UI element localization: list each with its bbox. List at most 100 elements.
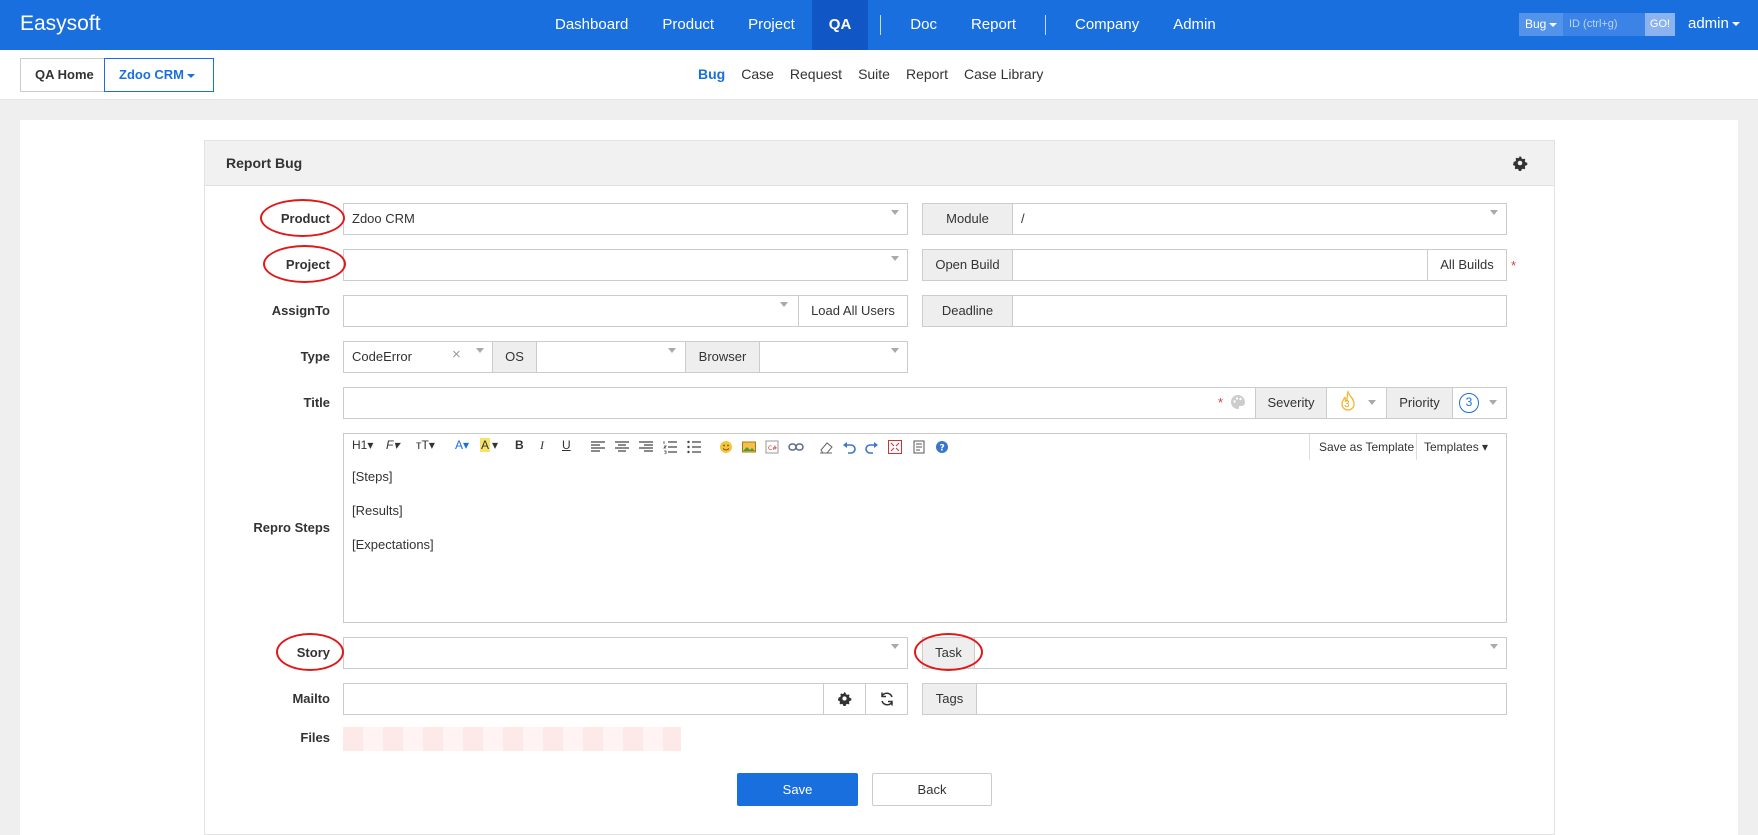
align-left-icon[interactable] xyxy=(591,441,605,453)
toolbar-divider xyxy=(1309,434,1310,460)
subnav-case[interactable]: Case xyxy=(741,66,774,82)
mailto-label: Mailto xyxy=(292,691,330,706)
nav-doc[interactable]: Doc xyxy=(893,0,954,50)
product-value: Zdoo CRM xyxy=(352,211,415,226)
bullet-list-icon[interactable] xyxy=(687,440,701,454)
required-mark: * xyxy=(1218,395,1224,410)
nav-divider xyxy=(880,15,882,35)
chevron-down-icon xyxy=(891,644,899,649)
back-button[interactable]: Back xyxy=(872,773,992,806)
undo-icon[interactable] xyxy=(842,440,856,454)
background-color-dropdown[interactable]: ▾ xyxy=(492,438,498,452)
load-all-users-button[interactable]: Load All Users xyxy=(798,295,908,327)
nav-qa[interactable]: QA xyxy=(811,0,869,50)
font-size-label: тT xyxy=(416,438,429,452)
gear-icon[interactable] xyxy=(1512,155,1528,171)
ordered-list-icon[interactable] xyxy=(663,440,677,454)
font-color-button[interactable]: A▾ xyxy=(455,438,469,452)
color-picker-icon[interactable] xyxy=(1229,393,1247,411)
nav-admin[interactable]: Admin xyxy=(1156,0,1233,50)
os-select[interactable] xyxy=(536,341,686,373)
save-button[interactable]: Save xyxy=(737,773,858,806)
template-icon[interactable] xyxy=(912,440,926,454)
align-center-icon[interactable] xyxy=(615,441,629,453)
fullscreen-icon[interactable] xyxy=(888,440,902,454)
nav-product[interactable]: Product xyxy=(645,0,731,50)
nav-project[interactable]: Project xyxy=(731,0,812,50)
assign-to-label: AssignTo xyxy=(271,303,330,318)
save-as-template-button[interactable]: Save as Template xyxy=(1319,440,1414,454)
required-mark: * xyxy=(1511,258,1517,273)
title-label: Title xyxy=(303,395,331,410)
clear-icon[interactable]: × xyxy=(452,346,461,363)
nav-divider xyxy=(1045,15,1046,35)
chevron-down-icon xyxy=(780,302,788,307)
mailto-settings-button[interactable] xyxy=(823,683,866,715)
mailto-select[interactable] xyxy=(343,683,824,715)
underline-button[interactable]: U xyxy=(562,438,571,452)
module-select[interactable] xyxy=(1012,203,1507,235)
chevron-down-icon xyxy=(668,348,676,353)
type-label: Type xyxy=(300,349,330,364)
help-icon[interactable]: ? xyxy=(935,440,949,454)
task-select[interactable] xyxy=(974,637,1507,669)
link-icon[interactable] xyxy=(788,441,804,453)
redo-icon[interactable] xyxy=(865,440,879,454)
nav-report[interactable]: Report xyxy=(954,0,1033,50)
assign-to-select[interactable] xyxy=(343,295,799,327)
all-builds-button[interactable]: All Builds xyxy=(1427,249,1507,281)
nav-dashboard[interactable]: Dashboard xyxy=(538,0,645,50)
browser-select[interactable] xyxy=(759,341,908,373)
priority-addon: Priority xyxy=(1386,387,1453,419)
open-build-select[interactable] xyxy=(1012,249,1428,281)
tags-input[interactable] xyxy=(976,683,1507,715)
subnav-suite[interactable]: Suite xyxy=(858,66,890,82)
priority-badge: 3 xyxy=(1459,393,1479,413)
quick-search-go-button[interactable]: GO! xyxy=(1645,13,1675,36)
repro-steps-editor[interactable]: [Steps] [Results] [Expectations] xyxy=(343,460,1507,623)
user-menu[interactable]: admin xyxy=(1688,15,1740,32)
deadline-input[interactable] xyxy=(1012,295,1507,327)
mailto-refresh-button[interactable] xyxy=(865,683,908,715)
editor-line: [Results] xyxy=(352,503,403,518)
severity-value: 3 xyxy=(1344,399,1350,410)
os-addon: OS xyxy=(492,341,537,373)
breadcrumb-product-label: Zdoo CRM xyxy=(119,67,184,82)
heading-label: H1 xyxy=(352,438,368,452)
browser-addon: Browser xyxy=(685,341,760,373)
nav-company[interactable]: Company xyxy=(1058,0,1156,50)
templates-dropdown[interactable]: Templates ▾ xyxy=(1424,440,1488,454)
image-icon[interactable] xyxy=(742,440,756,454)
product-select[interactable] xyxy=(343,203,908,235)
subnav-report[interactable]: Report xyxy=(906,66,948,82)
heading-button[interactable]: H1▾ xyxy=(352,438,373,452)
subnav-bug[interactable]: Bug xyxy=(698,66,725,82)
quick-search-input[interactable]: ID (ctrl+g) xyxy=(1563,13,1645,36)
project-select[interactable] xyxy=(343,249,908,281)
subnav-request[interactable]: Request xyxy=(790,66,842,82)
bold-button[interactable]: B xyxy=(515,438,524,452)
font-size-button[interactable]: тT▾ xyxy=(416,438,435,452)
main-nav: Dashboard Product Project QA Doc Report … xyxy=(538,0,1233,50)
title-input[interactable] xyxy=(343,387,1256,419)
story-select[interactable] xyxy=(343,637,908,669)
breadcrumb-qa-home[interactable]: QA Home xyxy=(20,58,109,92)
font-family-button[interactable]: F▾ xyxy=(386,438,399,452)
chevron-down-icon xyxy=(1549,22,1558,27)
editor-line: [Expectations] xyxy=(352,537,434,552)
code-icon[interactable]: C# xyxy=(765,440,779,454)
eraser-icon[interactable] xyxy=(819,440,833,454)
module-addon: Module xyxy=(922,203,1013,235)
breadcrumb-product-select[interactable]: Zdoo CRM xyxy=(104,58,214,92)
emoji-icon[interactable] xyxy=(719,440,733,454)
align-right-icon[interactable] xyxy=(639,441,653,453)
quick-search-type-select[interactable]: Bug xyxy=(1519,13,1563,36)
background-color-button[interactable]: A xyxy=(480,438,491,452)
subnav-case-library[interactable]: Case Library xyxy=(964,66,1043,82)
brand-logo[interactable]: Easysoft xyxy=(20,12,101,36)
task-addon: Task xyxy=(922,637,975,669)
italic-button[interactable]: I xyxy=(540,438,544,453)
chevron-down-icon xyxy=(186,73,195,78)
repro-steps-label: Repro Steps xyxy=(253,520,330,535)
file-upload-area[interactable] xyxy=(343,727,681,751)
